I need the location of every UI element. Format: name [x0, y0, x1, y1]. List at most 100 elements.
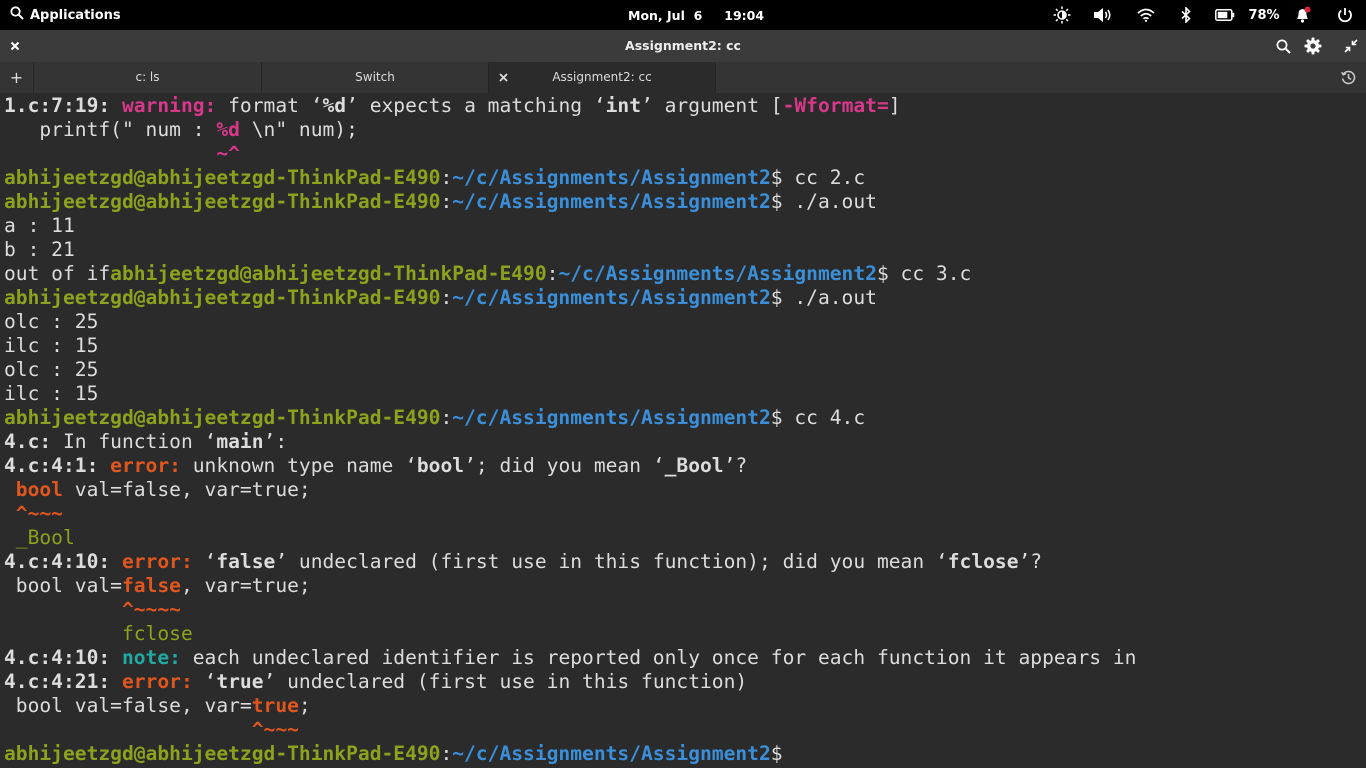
search-icon[interactable]	[1271, 30, 1295, 62]
terminal-text-segment: _Bool	[664, 454, 724, 477]
terminal-text-segment: :	[440, 742, 453, 765]
terminal-line: ~^	[4, 142, 1364, 166]
terminal-line: abhijeetzgd@abhijeetzgd-ThinkPad-E490:~/…	[4, 190, 1364, 214]
terminal-text-segment: %d	[216, 118, 240, 141]
terminal-text-segment: ^~~~	[15, 502, 63, 525]
new-tab-button[interactable]: +	[0, 62, 34, 93]
terminal-text-segment: 4.c:4:10:	[4, 550, 122, 573]
tab-assignment2[interactable]: Assignment2: cc	[489, 62, 716, 93]
terminal-text-segment: abhijeetzgd@abhijeetzgd-ThinkPad-E490	[4, 190, 441, 213]
tab-switch[interactable]: Switch	[262, 62, 489, 93]
tab-label: Switch	[355, 70, 395, 84]
applications-label: Applications	[30, 7, 121, 23]
window-title: Assignment2: cc	[625, 38, 741, 53]
terminal-text-segment: ;	[298, 694, 311, 717]
clock[interactable]: Mon, Jul 6 19:04	[628, 0, 764, 30]
applications-menu[interactable]: Applications	[10, 0, 121, 30]
terminal-text-segment: $ ./a.out	[770, 286, 877, 309]
terminal-text-segment: ~/c/Assignments/Assignment2	[558, 262, 877, 285]
terminal-text-segment: fclose	[947, 550, 1019, 573]
terminal-line: 4.c:4:10: error: ‘false’ undeclared (fir…	[4, 550, 1364, 574]
terminal-line: ilc : 15	[4, 382, 1364, 406]
terminal-text-segment: out of if	[4, 262, 111, 285]
terminal-text-segment: false	[216, 550, 276, 573]
terminal-line: abhijeetzgd@abhijeetzgd-ThinkPad-E490:~/…	[4, 406, 1364, 430]
terminal-line: bool val=false, var=true;	[4, 478, 1364, 502]
power-icon[interactable]	[1324, 0, 1366, 30]
terminal-text-segment: $ ./a.out	[770, 190, 877, 213]
tab-c-ls[interactable]: c: ls	[34, 62, 262, 93]
terminal-text-segment: bool val=false, var=	[4, 694, 252, 717]
terminal-text-segment: ‘	[192, 670, 217, 693]
terminal-text-segment: ilc : 15	[4, 382, 99, 405]
terminal-text-segment: 4.c:4:10:	[4, 646, 122, 669]
terminal-line: a : 11	[4, 214, 1364, 238]
date-text: Mon, Jul 6	[628, 7, 703, 23]
terminal-text-segment: printf(" num :	[4, 118, 217, 141]
terminal-text-segment: , var=true;	[180, 574, 311, 597]
terminal-output[interactable]: 1.c:7:19: warning: format ‘%d’ expects a…	[4, 94, 1364, 768]
terminal-text-segment: ~/c/Assignments/Assignment2	[452, 742, 771, 765]
history-icon	[1340, 62, 1356, 93]
terminal-text-segment: error:	[121, 550, 193, 573]
terminal-text-segment: unknown type name ‘	[180, 454, 417, 477]
terminal-text-segment: ’?	[723, 454, 748, 477]
terminal-line: ^~~~~	[4, 598, 1364, 622]
terminal-line: 4.c: In function ‘main’:	[4, 430, 1364, 454]
terminal-text-segment: ilc : 15	[4, 334, 99, 357]
terminal-text-segment: $ cc 2.c	[770, 166, 866, 189]
tab-bar: + c: ls Switch Assignment2: cc	[0, 62, 1366, 93]
terminal-text-segment: -Wformat=	[782, 94, 889, 117]
terminal-text-segment: ^~~~	[251, 718, 299, 741]
volume-icon[interactable]	[1082, 0, 1124, 30]
terminal-line: 4.c:4:21: error: ‘true’ undeclared (firs…	[4, 670, 1364, 694]
terminal-text-segment: 4.c:4:1:	[4, 454, 111, 477]
terminal-text-segment: $ cc 4.c	[770, 406, 866, 429]
terminal-text-segment: :	[440, 286, 453, 309]
terminal-text-segment: a : 11	[4, 214, 75, 237]
terminal-text-segment: ]	[888, 94, 901, 117]
terminal-line: olc : 25	[4, 358, 1364, 382]
terminal-text-segment: :	[440, 166, 453, 189]
terminal-text-segment: olc : 25	[4, 310, 99, 333]
terminal-line: b : 21	[4, 238, 1364, 262]
terminal-line: ^~~~	[4, 502, 1364, 526]
terminal-line: ilc : 15	[4, 334, 1364, 358]
terminal-line: printf(" num : %d \n" num);	[4, 118, 1364, 142]
terminal-text-segment: :	[440, 406, 453, 429]
tab-label: c: ls	[135, 70, 160, 84]
restore-window-icon[interactable]	[1339, 30, 1363, 62]
terminal-text-segment: warning:	[121, 94, 217, 117]
terminal-text-segment: ~/c/Assignments/Assignment2	[452, 190, 771, 213]
terminal-text-segment: bool	[416, 454, 465, 477]
tab-label: Assignment2: cc	[552, 70, 652, 84]
notifications-icon[interactable]	[1282, 0, 1324, 30]
terminal-text-segment: ^~~~~	[121, 598, 181, 621]
time-text: 19:04	[724, 7, 765, 23]
terminal-text-segment: _Bool	[15, 526, 75, 549]
terminal-text-segment: main	[216, 430, 264, 453]
tab-history-button[interactable]	[1330, 62, 1366, 93]
close-tab-icon[interactable]	[499, 62, 508, 93]
terminal-text-segment: fclose	[121, 622, 193, 645]
terminal-text-segment: ’ expects a matching ‘	[346, 94, 606, 117]
bluetooth-icon[interactable]	[1168, 0, 1204, 30]
terminal-text-segment: abhijeetzgd@abhijeetzgd-ThinkPad-E490	[4, 406, 441, 429]
gear-icon[interactable]	[1301, 30, 1325, 62]
terminal-text-segment: abhijeetzgd@abhijeetzgd-ThinkPad-E490	[4, 742, 441, 765]
terminal-text-segment: ’:	[263, 430, 288, 453]
terminal-text-segment: ~/c/Assignments/Assignment2	[452, 166, 771, 189]
terminal-text-segment: $	[770, 742, 795, 765]
night-light-icon[interactable]	[1042, 0, 1082, 30]
battery-icon[interactable]	[1204, 0, 1246, 30]
terminal-text-segment: false	[121, 574, 181, 597]
terminal-line: abhijeetzgd@abhijeetzgd-ThinkPad-E490:~/…	[4, 286, 1364, 310]
terminal-text-segment: 4.c:	[4, 430, 52, 453]
wifi-icon[interactable]	[1124, 0, 1168, 30]
terminal-text-segment: ’ argument [	[641, 94, 783, 117]
terminal-text-segment: olc : 25	[4, 358, 99, 381]
